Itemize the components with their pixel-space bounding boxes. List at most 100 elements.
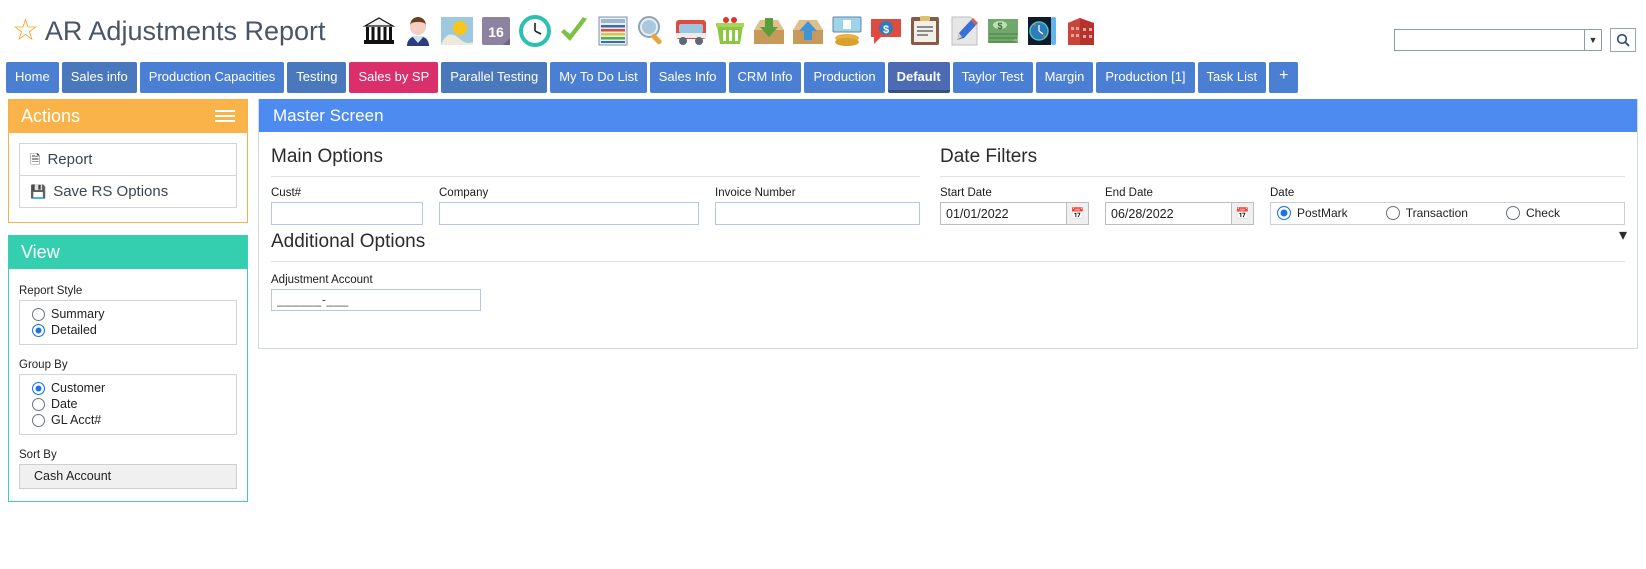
date-type-label: Date xyxy=(1270,187,1295,199)
chevron-down-icon[interactable]: ▼ xyxy=(1584,29,1602,51)
radio-group-by-customer[interactable]: Customer xyxy=(32,380,232,396)
svg-text:$: $ xyxy=(997,21,1002,31)
search-input[interactable] xyxy=(1394,29,1584,51)
main-options-section: Main Options Cust# Company Invoice Numbe… xyxy=(271,146,920,225)
date-type-field: Date PostMark Transaction Check xyxy=(1270,187,1625,225)
radio-report-style-summary[interactable]: Summary xyxy=(32,306,232,322)
radio-indicator xyxy=(32,413,45,427)
radio-label: Transaction xyxy=(1405,206,1468,220)
report-button[interactable]: 🗎 Report xyxy=(19,143,237,175)
company-field: Company xyxy=(439,187,699,225)
radio-date-transaction[interactable]: Transaction xyxy=(1385,205,1468,221)
sort-by-value[interactable]: Cash Account xyxy=(19,464,237,489)
tab-sales-info[interactable]: Sales info xyxy=(61,62,137,93)
radio-report-style-detailed[interactable]: Detailed xyxy=(32,322,232,338)
search-icon[interactable] xyxy=(1610,28,1636,52)
add-tab-button[interactable]: + xyxy=(1269,62,1299,93)
radio-date-postmark[interactable]: PostMark xyxy=(1277,205,1348,221)
calendar-16-icon[interactable]: 16 xyxy=(479,14,513,48)
document-icon: 🗎 xyxy=(30,152,41,167)
radio-date-check[interactable]: Check xyxy=(1505,205,1560,221)
view-panel: View Report Style Summary Detailed Group… xyxy=(8,235,248,502)
save-rs-options-button[interactable]: 💾 Save RS Options xyxy=(19,175,237,208)
weather-icon[interactable] xyxy=(440,14,474,48)
tab-margin[interactable]: Margin xyxy=(1035,62,1094,93)
radio-indicator xyxy=(32,307,45,321)
basket-icon[interactable] xyxy=(713,14,747,48)
actions-panel-header: Actions xyxy=(9,99,247,133)
radio-indicator xyxy=(1505,206,1520,220)
world-clock-icon[interactable] xyxy=(1025,14,1059,48)
calendar-icon[interactable]: 📅 xyxy=(1067,202,1089,225)
company-label: Company xyxy=(439,187,489,199)
inbox-download-icon[interactable] xyxy=(752,14,786,48)
outbox-upload-icon[interactable] xyxy=(791,14,825,48)
additional-options-section: ▾ Additional Options Adjustment Account xyxy=(259,225,1637,329)
sort-by-label: Sort By xyxy=(19,449,57,461)
page-title: AR Adjustments Report xyxy=(44,15,326,46)
pencil-document-icon[interactable] xyxy=(947,14,981,48)
tab-sales-info[interactable]: Sales Info xyxy=(649,62,726,93)
money-stack-icon[interactable]: $ xyxy=(986,14,1020,48)
left-sidebar: Actions 🗎 Report 💾 Save RS Options View xyxy=(8,99,248,514)
tab-testing[interactable]: Testing xyxy=(287,62,347,93)
tab-production-capacities[interactable]: Production Capacities xyxy=(139,62,285,93)
adjustment-account-input[interactable] xyxy=(271,289,481,311)
radio-group-by-date[interactable]: Date xyxy=(32,396,232,412)
chevron-down-icon[interactable]: ▾ xyxy=(1619,225,1627,245)
date-filters-fields: Start Date 📅 End Date 📅 xyxy=(940,187,1625,225)
main-options-fields: Cust# Company Invoice Number xyxy=(271,187,920,225)
star-icon[interactable]: ☆ xyxy=(12,16,39,46)
actions-panel-title: Actions xyxy=(21,105,81,126)
tab-taylor-test[interactable]: Taylor Test xyxy=(952,62,1033,93)
cash-payment-icon[interactable] xyxy=(830,14,864,48)
radio-indicator xyxy=(32,323,45,337)
ledger-icon[interactable] xyxy=(596,14,630,48)
check-mark-icon[interactable] xyxy=(557,14,591,48)
tab-home[interactable]: Home xyxy=(6,62,59,93)
report-style-group: Summary Detailed xyxy=(19,300,237,345)
calendar-icon[interactable]: 📅 xyxy=(1232,202,1254,225)
actions-panel: Actions 🗎 Report 💾 Save RS Options xyxy=(8,99,248,223)
tab-parallel-testing[interactable]: Parallel Testing xyxy=(441,62,548,93)
radio-label: PostMark xyxy=(1297,206,1348,220)
date-filters-title: Date Filters xyxy=(940,146,1625,177)
adjustment-account-label: Adjustment Account xyxy=(271,274,373,286)
hamburger-icon[interactable] xyxy=(215,110,235,122)
company-input[interactable] xyxy=(439,202,699,225)
view-panel-body: Report Style Summary Detailed Group By C… xyxy=(9,269,247,489)
adjustment-account-field: Adjustment Account xyxy=(271,274,1625,311)
dollar-chat-icon[interactable]: $ xyxy=(869,14,903,48)
truck-icon[interactable] xyxy=(674,14,708,48)
tab-default[interactable]: Default xyxy=(887,62,950,93)
clock-icon[interactable] xyxy=(518,14,552,48)
date-filters-section: Date Filters Start Date 📅 End Date xyxy=(940,146,1625,225)
clipboard-icon[interactable] xyxy=(908,14,942,48)
radio-group-by-gl-acct[interactable]: GL Acct# xyxy=(32,412,232,428)
view-panel-header: View xyxy=(9,235,247,269)
bank-icon[interactable] xyxy=(362,14,396,48)
tab-my-to-do-list[interactable]: My To Do List xyxy=(550,62,647,93)
start-date-input[interactable] xyxy=(940,202,1067,225)
end-date-input[interactable] xyxy=(1105,202,1232,225)
invoice-number-input[interactable] xyxy=(715,202,920,225)
tab-production[interactable]: Production xyxy=(804,62,885,93)
tab-sales-by-sp[interactable]: Sales by SP xyxy=(349,62,439,93)
radio-label: Detailed xyxy=(51,323,97,337)
tab-production-1[interactable]: Production [1] xyxy=(1096,62,1195,93)
end-date-label: End Date xyxy=(1105,187,1153,199)
report-style-label: Report Style xyxy=(19,285,83,297)
contact-person-icon[interactable] xyxy=(401,14,435,48)
toolbar-icon-strip: 16 $ $ xyxy=(362,14,1098,48)
tab-task-list[interactable]: Task List xyxy=(1197,62,1267,93)
cust-number-label: Cust# xyxy=(271,187,302,199)
view-panel-title: View xyxy=(21,241,60,262)
radio-indicator xyxy=(32,381,45,395)
tab-crm-info[interactable]: CRM Info xyxy=(728,62,802,93)
red-building-icon[interactable] xyxy=(1064,14,1098,48)
start-date-label: Start Date xyxy=(940,187,992,199)
magnifier-globe-icon[interactable] xyxy=(635,14,669,48)
radio-indicator xyxy=(32,397,45,411)
invoice-number-field: Invoice Number xyxy=(715,187,920,225)
cust-number-input[interactable] xyxy=(271,202,423,225)
